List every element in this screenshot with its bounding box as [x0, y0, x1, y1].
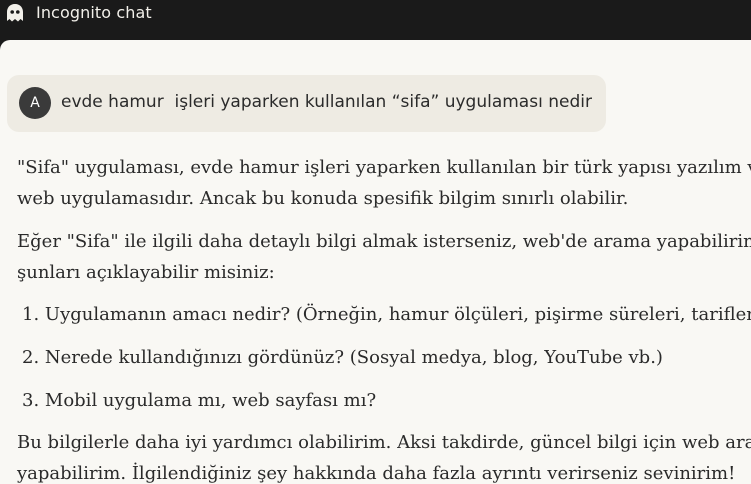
avatar[interactable]: A: [19, 87, 51, 119]
reply-line: Bu bilgilerle daha iyi yardımcı olabilir…: [17, 432, 751, 453]
reply-paragraph-2: Eğer "Sifa" ile ilgili daha detaylı bilg…: [17, 226, 751, 288]
list-item: 2. Nerede kullandığınızı gördünüz? (Sosy…: [22, 347, 663, 368]
top-bar: Incognito chat: [0, 0, 751, 40]
reply-line: yapabilirim. İlgilendiğiniz şey hakkında…: [17, 463, 736, 484]
reply-line: şunları açıklayabilir misiniz:: [17, 262, 275, 283]
reply-line: web uygulamasıdır. Ancak bu konuda spesi…: [17, 188, 629, 209]
reply-line: Eğer "Sifa" ile ilgili daha detaylı bilg…: [17, 231, 751, 252]
window-title: Incognito chat: [36, 3, 152, 22]
reply-paragraph-1: "Sifa" uygulaması, evde hamur işleri yap…: [17, 152, 751, 214]
chat-panel: A evde hamur işleri yaparken kullanılan …: [0, 40, 751, 484]
reply-line: "Sifa" uygulaması, evde hamur işleri yap…: [17, 157, 751, 178]
ghost-icon: [7, 4, 23, 22]
reply-paragraph-3: Bu bilgilerle daha iyi yardımcı olabilir…: [17, 427, 751, 484]
list-item: 3. Mobil uygulama mı, web sayfası mı?: [22, 390, 377, 411]
user-message-text: evde hamur işleri yaparken kullanılan “s…: [61, 92, 592, 112]
list-item: 1. Uygulamanın amacı nedir? (Örneğin, ha…: [22, 304, 751, 325]
user-message: A evde hamur işleri yaparken kullanılan …: [7, 75, 606, 132]
